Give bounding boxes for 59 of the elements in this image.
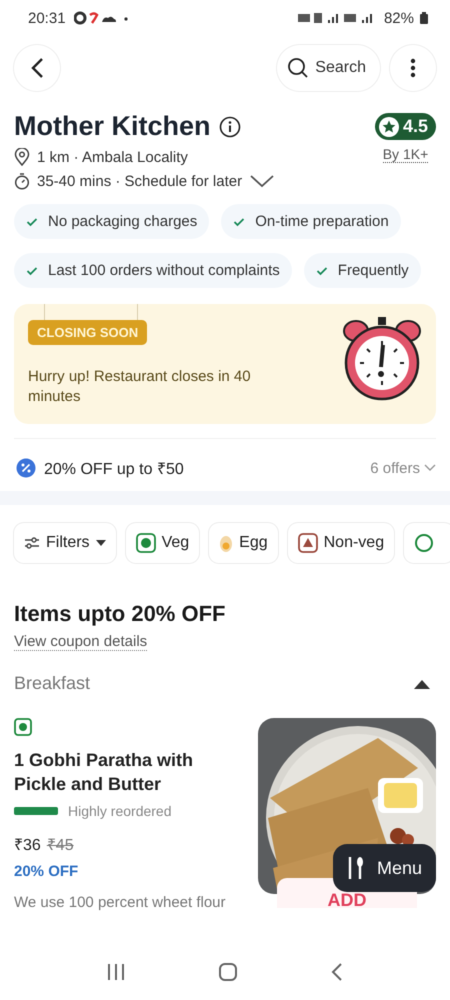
item-price: ₹36 xyxy=(14,836,41,855)
search-button[interactable]: Search xyxy=(277,45,380,91)
filters-button[interactable]: Filters xyxy=(14,523,116,563)
notification-icons xyxy=(74,11,130,25)
closing-message: Hurry up! Restaurant closes in 40 minutes xyxy=(28,367,252,406)
egg-filter-chip[interactable]: Egg xyxy=(209,523,278,563)
stopwatch-icon xyxy=(14,172,30,190)
item-name: 1 Gobhi Paratha with Pickle and Butter xyxy=(14,749,194,796)
feature-chip: On-time preparation xyxy=(221,204,401,239)
home-icon[interactable] xyxy=(219,963,237,981)
section-title: Items upto 20% OFF xyxy=(14,601,226,627)
reorder-bar xyxy=(14,806,58,815)
check-icon xyxy=(316,266,328,276)
chevron-down-icon[interactable] xyxy=(249,174,276,188)
recent-apps-icon[interactable] xyxy=(107,964,125,980)
distance-text: 1 km · Ambala Locality xyxy=(37,148,188,166)
feature-chip: Frequently xyxy=(304,253,421,288)
status-time: 20:31 xyxy=(28,10,66,26)
more-vertical-icon xyxy=(410,58,416,78)
feature-chip: No packaging charges xyxy=(14,204,210,239)
item-description: We use 100 percent wheet flour xyxy=(14,894,226,911)
location-pin-icon xyxy=(14,148,30,166)
non-veg-icon xyxy=(298,533,318,553)
egg-icon xyxy=(219,533,234,553)
check-icon xyxy=(26,266,38,276)
non-veg-filter-chip[interactable]: Non-veg xyxy=(288,523,394,563)
sliders-icon xyxy=(24,536,40,550)
cutlery-icon xyxy=(346,856,365,880)
battery-icon xyxy=(420,12,428,24)
view-coupon-link[interactable]: View coupon details xyxy=(14,633,148,651)
original-price: ₹45 xyxy=(46,836,74,855)
closing-soon-badge: CLOSING SOON xyxy=(28,320,148,345)
info-icon[interactable] xyxy=(218,116,241,138)
delivery-time-text: 35-40 mins · Schedule for later xyxy=(37,172,242,190)
veg-icon xyxy=(136,533,156,553)
chevron-down-icon xyxy=(424,464,436,472)
back-icon[interactable] xyxy=(331,963,343,981)
feature-chip: Last 100 orders without complaints xyxy=(14,253,292,288)
offers-count-button[interactable]: 6 offers xyxy=(370,460,436,476)
check-icon xyxy=(26,216,38,226)
check-icon xyxy=(233,216,246,226)
rating-value: 4.5 xyxy=(402,116,428,137)
offer-text: 20% OFF up to ₹50 xyxy=(44,460,184,479)
collapse-icon[interactable] xyxy=(414,678,430,688)
rating-count-link[interactable]: By 1K+ xyxy=(382,146,428,163)
category-title: Breakfast xyxy=(14,673,90,694)
discount-badge-icon xyxy=(16,458,36,478)
search-icon xyxy=(287,57,310,79)
menu-button[interactable]: Menu xyxy=(332,844,436,892)
filter-chip[interactable] xyxy=(404,523,450,563)
restaurant-name: Mother Kitchen xyxy=(14,111,211,142)
veg-filter-chip[interactable]: Veg xyxy=(126,523,200,563)
circle-icon xyxy=(414,533,434,553)
reorder-tag: Highly reordered xyxy=(68,802,172,819)
caret-down-icon xyxy=(96,540,106,546)
more-options-button[interactable] xyxy=(390,45,436,91)
discount-text: 20% OFF xyxy=(14,862,78,880)
back-button[interactable] xyxy=(14,45,60,91)
battery-level: 82% xyxy=(384,10,414,26)
